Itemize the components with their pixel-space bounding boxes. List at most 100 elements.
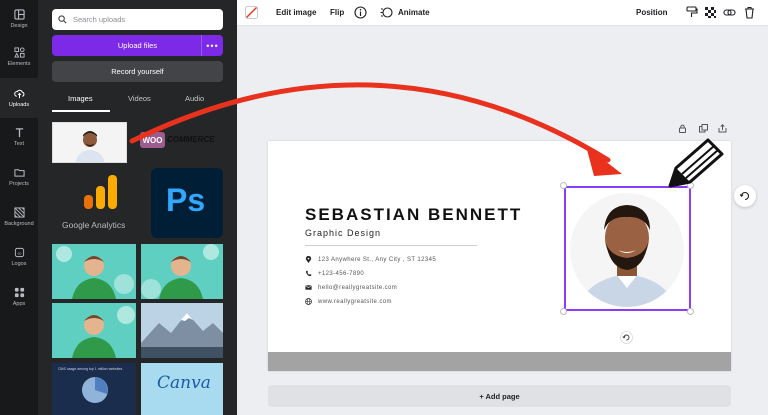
google-analytics-logo [84,175,117,209]
rail-item-uploads[interactable]: Uploads [0,78,38,118]
info-icon[interactable] [354,6,367,19]
uploaded-image-woocommerce[interactable]: WOO COMMERCE [138,129,228,153]
woocommerce-badge: WOO [140,132,165,148]
record-yourself-label: Record yourself [111,67,164,76]
card-address-row[interactable]: 123 Anywhere St., Any City , ST 12345 [305,256,436,263]
rotate-icon[interactable] [620,331,633,344]
refresh-icon [739,191,750,201]
rail-label: Text [13,141,25,147]
card-website: www.reallygreatsite.com [318,298,392,305]
resize-handle[interactable] [687,308,694,315]
uploads-panel: Search uploads Upload files ••• Record y… [38,0,237,415]
rail-label: Uploads [8,102,30,108]
svg-text:co: co [17,251,21,255]
phone-icon [305,270,312,277]
pencil-icon [668,138,724,188]
rail-label: Projects [9,181,29,187]
card-phone: +123-456-7890 [318,270,365,277]
cloud-upload-icon [13,89,24,99]
left-rail: Design Elements Uploads Text Projects Ba… [0,0,38,415]
rail-item-logos[interactable]: co Logos [0,238,38,276]
animate-button[interactable]: Animate [398,8,430,17]
rail-item-projects[interactable]: Projects [0,158,38,196]
uploaded-image-report[interactable]: CMS usage among top 1 million websites [52,363,136,415]
editor-toolbar: Edit image Flip Animate Position [237,0,768,26]
delete-icon[interactable] [743,6,756,19]
globe-icon [305,298,312,305]
animate-icon [380,7,393,18]
lock-icon[interactable] [678,124,687,133]
google-analytics-wordmark: Google Analytics [62,220,126,230]
rail-label: Logos [11,261,27,267]
duplicate-icon[interactable] [699,124,708,133]
refresh-button[interactable] [734,185,756,207]
folder-icon [13,169,25,177]
mountain-photo-thumbnail [141,303,223,358]
card-role[interactable]: Graphic Design [305,228,381,238]
email-icon [305,285,312,290]
rail-item-text[interactable]: Text [0,118,38,156]
photo-thumbnail [141,244,223,299]
photoshop-logo: Ps [166,182,206,218]
text-icon [15,128,23,138]
report-title: CMS usage among top 1 million websites [58,367,123,371]
uploaded-image-green-shirt-1[interactable] [52,244,136,299]
card-email-row[interactable]: hello@reallygreatsite.com [305,284,397,291]
portrait-thumbnail [53,123,126,162]
resize-handle[interactable] [560,308,567,315]
location-pin-icon [305,256,312,263]
rail-item-background[interactable]: Background [0,198,38,236]
woocommerce-wordmark: COMMERCE [167,135,215,144]
apps-grid-icon [14,287,24,298]
card-footer-band [268,352,731,371]
logo-icon: co [14,247,24,258]
uploaded-image-canva[interactable]: Canva [141,363,223,415]
rail-label: Elements [7,61,31,67]
shapes-icon [13,47,25,58]
uploaded-image-green-shirt-2[interactable] [141,244,223,299]
flip-button[interactable]: Flip [330,8,344,17]
pattern-icon [13,207,25,218]
rail-label: Background [4,221,34,227]
tab-images[interactable]: Images [68,94,93,103]
pie-chart-icon [82,377,108,403]
add-page-button[interactable]: + Add page [268,385,731,407]
rail-item-design[interactable]: Design [0,0,38,38]
link-icon[interactable] [723,6,736,19]
card-website-row[interactable]: www.reallygreatsite.com [305,298,392,305]
uploaded-image-google-analytics[interactable]: Google Analytics [52,167,146,237]
rail-label: Apps [12,301,26,307]
color-picker-icon[interactable] [245,6,258,19]
upload-files-label: Upload files [117,41,158,50]
tab-videos[interactable]: Videos [128,94,151,103]
layout-icon [13,9,25,20]
rail-item-apps[interactable]: Apps [0,278,38,316]
uploaded-image-mountains[interactable] [141,303,223,358]
more-options-button[interactable]: ••• [201,35,223,56]
active-tab-indicator [52,110,110,112]
card-name[interactable]: SEBASTIAN BENNETT [305,205,522,225]
card-divider [305,245,477,246]
record-yourself-button[interactable]: Record yourself [52,61,223,82]
position-button[interactable]: Position [636,8,668,17]
card-email: hello@reallygreatsite.com [318,284,398,291]
share-icon[interactable] [718,124,727,133]
uploaded-image-green-shirt-3[interactable] [52,303,136,358]
uploaded-image-portrait[interactable] [52,122,127,163]
rail-label: Design [10,23,28,29]
resize-handle[interactable] [560,182,567,189]
upload-files-button[interactable]: Upload files ••• [52,35,223,56]
transparency-icon[interactable] [704,6,717,19]
uploaded-image-photoshop[interactable]: Ps [151,168,223,238]
edit-image-button[interactable]: Edit image [276,8,316,17]
tab-audio[interactable]: Audio [185,94,204,103]
photo-thumbnail [52,244,136,299]
search-input[interactable]: Search uploads [52,9,223,30]
card-phone-row[interactable]: +123-456-7890 [305,270,364,277]
rail-item-elements[interactable]: Elements [0,38,38,76]
canva-logo: Canva [157,373,211,393]
search-placeholder: Search uploads [73,15,126,24]
search-icon [58,15,67,24]
paint-roller-icon[interactable] [685,6,698,19]
card-address: 123 Anywhere St., Any City , ST 12345 [318,256,437,263]
